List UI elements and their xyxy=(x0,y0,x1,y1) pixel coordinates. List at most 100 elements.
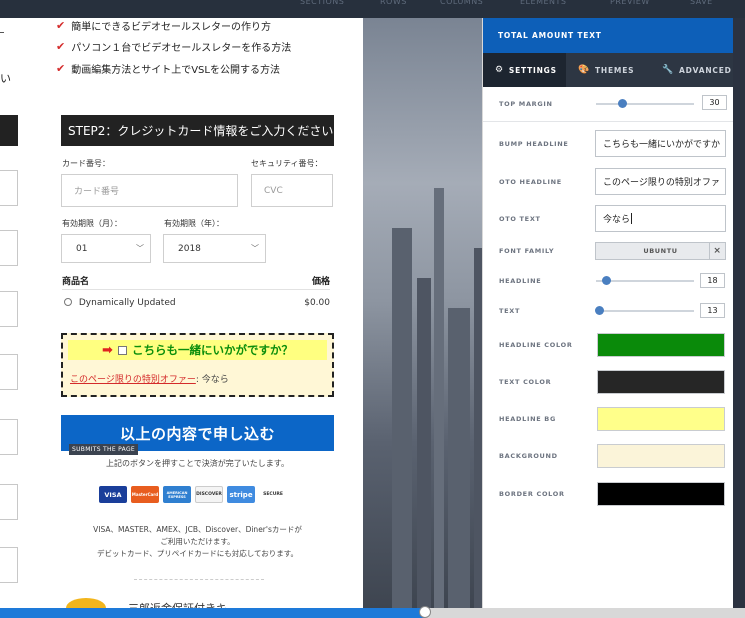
step1-bar-fragment xyxy=(0,115,18,146)
background-label: BACKGROUND xyxy=(499,452,558,460)
headline-bg-swatch[interactable] xyxy=(597,407,725,431)
price-header: 価格 xyxy=(311,277,330,287)
scrollbar-handle[interactable] xyxy=(419,606,431,618)
tab-themes[interactable]: 🎨 THEMES xyxy=(566,53,650,87)
slider-handle[interactable] xyxy=(618,99,627,108)
bump-headline[interactable]: ➡ こちらも一緒にいかがですか？ xyxy=(68,340,327,360)
top-margin-value[interactable]: 30 xyxy=(702,95,727,110)
partial-input[interactable] xyxy=(0,230,18,266)
product-price: $0.00 xyxy=(304,298,330,308)
toolbar-columns[interactable]: COLUMNS xyxy=(440,0,483,18)
text-cursor xyxy=(631,213,633,224)
clear-icon[interactable]: × xyxy=(709,243,725,259)
checkmark-icon: ✔ xyxy=(56,19,66,32)
panel-scrollbar[interactable] xyxy=(733,18,745,608)
top-margin-slider[interactable] xyxy=(596,99,694,108)
toolbar-preview[interactable]: PREVIEW xyxy=(610,0,650,18)
headline-size-label: HEADLINE xyxy=(499,277,542,285)
horizontal-scrollbar[interactable] xyxy=(0,608,745,618)
security-code-input[interactable]: CVC xyxy=(251,174,333,207)
product-row[interactable]: Dynamically Updated $0.00 xyxy=(62,298,330,308)
divider xyxy=(483,121,734,122)
order-bump-box: ➡ こちらも一緒にいかがですか？ このページ限りの特別オファー: 今なら xyxy=(61,333,334,397)
exp-month-select[interactable]: 01 ﹀ xyxy=(61,234,151,263)
stripe-logo: stripe xyxy=(227,486,255,503)
toolbar-elements[interactable]: ELEMENTS xyxy=(520,0,566,18)
toolbar-sections[interactable]: SECTIONS xyxy=(300,0,344,18)
text-color-label: TEXT COLOR xyxy=(499,378,552,386)
partial-input[interactable] xyxy=(0,354,18,390)
product-table-header: 商品名 価格 xyxy=(62,274,330,290)
slider-handle[interactable] xyxy=(602,276,611,285)
edge-text-fragment: い xyxy=(0,72,11,85)
partial-input[interactable] xyxy=(0,419,18,455)
guarantee-badge-icon xyxy=(66,598,106,608)
text-size-slider[interactable] xyxy=(595,306,694,315)
benefit-item: ✔ 動画編集方法とサイト上でVSLを公開する方法 xyxy=(56,62,280,76)
headline-size-slider[interactable] xyxy=(596,276,694,285)
toolbar-save[interactable]: SAVE xyxy=(690,0,713,18)
benefit-item: ✔ 簡単にできるビデオセールスレターの作り方 xyxy=(56,19,272,33)
oto-headline: このページ限りの特別オファー xyxy=(70,375,196,385)
tab-advanced[interactable]: 🔧 ADVANCED xyxy=(650,53,734,87)
product-name: Dynamically Updated xyxy=(78,298,176,308)
chevron-down-icon: ﹀ xyxy=(136,244,144,253)
text-size-label: TEXT xyxy=(499,307,521,315)
background-swatch[interactable] xyxy=(597,444,725,468)
partial-input[interactable] xyxy=(0,547,18,583)
product-name-header: 商品名 xyxy=(62,277,90,287)
font-family-label: FONT FAMILY xyxy=(499,247,555,255)
toolbar-rows[interactable]: ROWS xyxy=(380,0,407,18)
slider-handle[interactable] xyxy=(595,306,604,315)
divider xyxy=(134,579,264,580)
partial-input[interactable] xyxy=(0,291,18,327)
card-number-input[interactable]: カード番号 xyxy=(61,174,238,207)
checkout-page: い ✔ 簡単にできるビデオセールスレターの作り方 ✔ パソコン１台でビデオセール… xyxy=(0,18,363,608)
card-number-label: カード番号： xyxy=(62,159,110,168)
exp-month-label: 有効期限（月）： xyxy=(62,219,122,228)
headline-color-swatch[interactable] xyxy=(597,333,725,357)
oto-headline-label: OTO HEADLINE xyxy=(499,178,562,186)
bump-checkbox[interactable] xyxy=(117,345,127,355)
font-family-select[interactable]: UBUNTU × xyxy=(595,242,726,260)
border-color-swatch[interactable] xyxy=(597,482,725,506)
headline-size-value[interactable]: 18 xyxy=(700,273,725,288)
oto-text: : 今なら xyxy=(195,375,229,385)
panel-title: TOTAL AMOUNT TEXT xyxy=(483,18,734,53)
step2-heading: STEP2：クレジットカード情報をご入力ください xyxy=(61,115,334,146)
partial-input[interactable] xyxy=(0,484,18,520)
oto-text-input[interactable]: 今なら xyxy=(595,205,726,232)
submit-note: 上記のボタンを押すことで決済が完了いたします。 xyxy=(106,459,289,468)
amex-logo: AMERICAN EXPRESS xyxy=(163,486,191,503)
radio-icon[interactable] xyxy=(64,298,72,306)
exp-year-select[interactable]: 2018 ﹀ xyxy=(163,234,266,263)
chevron-down-icon: ﹀ xyxy=(251,244,259,253)
headline-bg-label: HEADLINE BG xyxy=(499,415,556,423)
arrow-right-icon: ➡ xyxy=(102,342,113,358)
headline-color-label: HEADLINE COLOR xyxy=(499,341,573,349)
top-margin-label: TOP MARGIN xyxy=(499,100,553,108)
palette-icon: 🎨 xyxy=(578,65,591,75)
tab-settings[interactable]: ⚙ SETTINGS xyxy=(483,53,566,87)
visa-logo: VISA xyxy=(99,486,127,503)
partial-input[interactable] xyxy=(0,170,18,206)
wrench-icon: 🔧 xyxy=(662,65,675,75)
oto-headline-input[interactable]: このページ限りの特別オファ xyxy=(595,168,726,195)
bump-oto-line: このページ限りの特別オファー: 今なら xyxy=(70,372,229,385)
accepted-cards-text: VISA、MASTER、AMEX、JCB、Discover、Diner'sカード… xyxy=(93,525,302,558)
checkmark-icon: ✔ xyxy=(56,40,66,53)
security-code-label: セキュリティ番号： xyxy=(251,159,323,168)
text-size-value[interactable]: 13 xyxy=(700,303,725,318)
bump-headline-input[interactable]: こちらも一緒にいかがですか xyxy=(595,130,726,157)
exp-year-label: 有効期限（年）： xyxy=(164,219,224,228)
discover-logo: DISCOVER xyxy=(195,486,223,503)
scrollbar-fill xyxy=(0,608,425,618)
benefit-item: ✔ パソコン１台でビデオセールスレターを作る方法 xyxy=(56,40,292,54)
mastercard-logo: MasterCard xyxy=(131,486,159,503)
gear-icon: ⚙ xyxy=(495,65,504,75)
secure-badge: SECURE xyxy=(259,486,287,503)
text-color-swatch[interactable] xyxy=(597,370,725,394)
oto-text-label: OTO TEXT xyxy=(499,215,541,223)
checkmark-icon: ✔ xyxy=(56,62,66,75)
payment-card-logos: VISA MasterCard AMERICAN EXPRESS DISCOVE… xyxy=(99,486,287,503)
